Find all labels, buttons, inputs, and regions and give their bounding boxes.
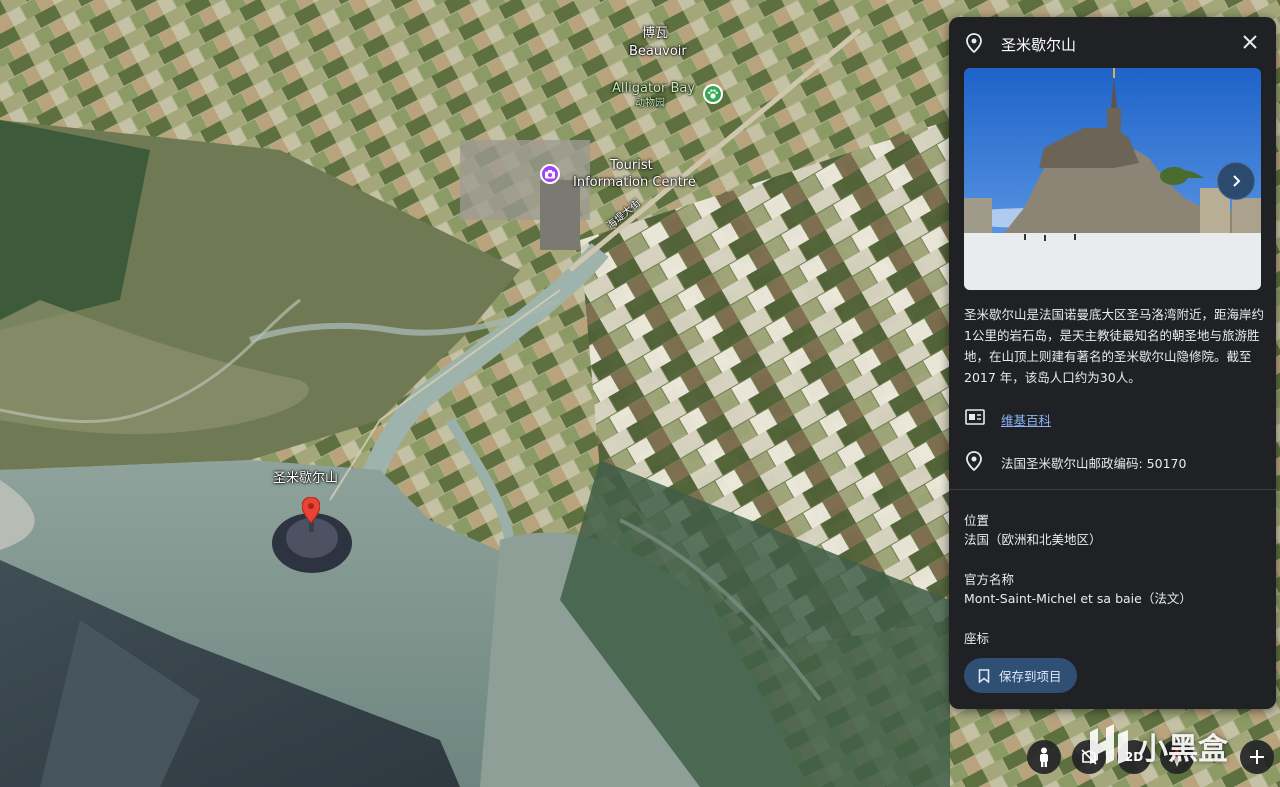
wikipedia-row[interactable]: 维基百科 [949, 405, 1276, 431]
place-description: 圣米歇尔山是法国诺曼底大区圣马洛湾附近，距海岸约1公里的岩石岛，是天主教徒最知名… [964, 307, 1265, 385]
location-label: 位置 [964, 513, 990, 528]
panel-divider [949, 489, 1276, 490]
postal-code-text: 法国圣米歇尔山邮政编码: 50170 [1001, 456, 1187, 471]
location-pin-icon [966, 451, 982, 471]
save-to-project-button[interactable]: 保存到项目 [964, 658, 1077, 693]
coordinates-label: 座标 [964, 631, 990, 646]
map-label-town-en[interactable]: Beauvoir [629, 44, 687, 59]
watermark-text: 小黑盒 [1138, 732, 1228, 767]
panel-header: 圣米歇尔山 [949, 17, 1276, 69]
xiaoheihe-logo-icon [1090, 724, 1128, 764]
map-label-tourist-info-line2[interactable]: Information Centre [573, 175, 696, 190]
map-label-zoo-category[interactable]: 动物园 [635, 96, 665, 111]
map-label-tourist-info-line1[interactable]: Tourist [610, 158, 653, 173]
article-icon [965, 409, 985, 425]
close-icon[interactable] [1241, 33, 1259, 51]
pegman-icon [1040, 747, 1048, 767]
next-photo-button[interactable] [1217, 162, 1255, 200]
map-label-island[interactable]: 圣米歇尔山 [273, 471, 338, 486]
location-pin-icon [966, 33, 982, 53]
official-name-label: 官方名称 [964, 572, 1015, 587]
watermark: 小黑盒 [1086, 718, 1246, 774]
zoo-poi-icon[interactable] [703, 84, 723, 104]
panel-title: 圣米歇尔山 [1001, 36, 1077, 54]
paw-icon [708, 89, 718, 99]
save-button-label: 保存到项目 [999, 669, 1062, 684]
street-view-pegman-button[interactable] [1027, 740, 1061, 774]
place-info-panel: 圣米歇尔山 圣米歇尔山是法国诺曼底大区圣马洛湾附近，距海岸约1公里的岩石岛，是天… [949, 17, 1276, 709]
tourist-info-poi-icon[interactable] [540, 164, 560, 184]
plus-icon [1250, 750, 1264, 764]
official-name-value: Mont-Saint-Michel et sa baie（法文） [964, 591, 1192, 606]
wikipedia-link[interactable]: 维基百科 [1001, 410, 1051, 429]
map-label-town-cn[interactable]: 博瓦 [642, 26, 668, 41]
bookmark-icon [978, 668, 990, 683]
location-value: 法国（欧洲和北美地区） [964, 532, 1102, 547]
selected-location-pin-icon[interactable] [302, 497, 320, 523]
camera-icon [545, 170, 555, 179]
chevron-right-icon [1233, 175, 1241, 187]
postal-row: 法国圣米歇尔山邮政编码: 50170 [949, 448, 1276, 474]
map-label-zoo[interactable]: Alligator Bay [612, 81, 695, 96]
